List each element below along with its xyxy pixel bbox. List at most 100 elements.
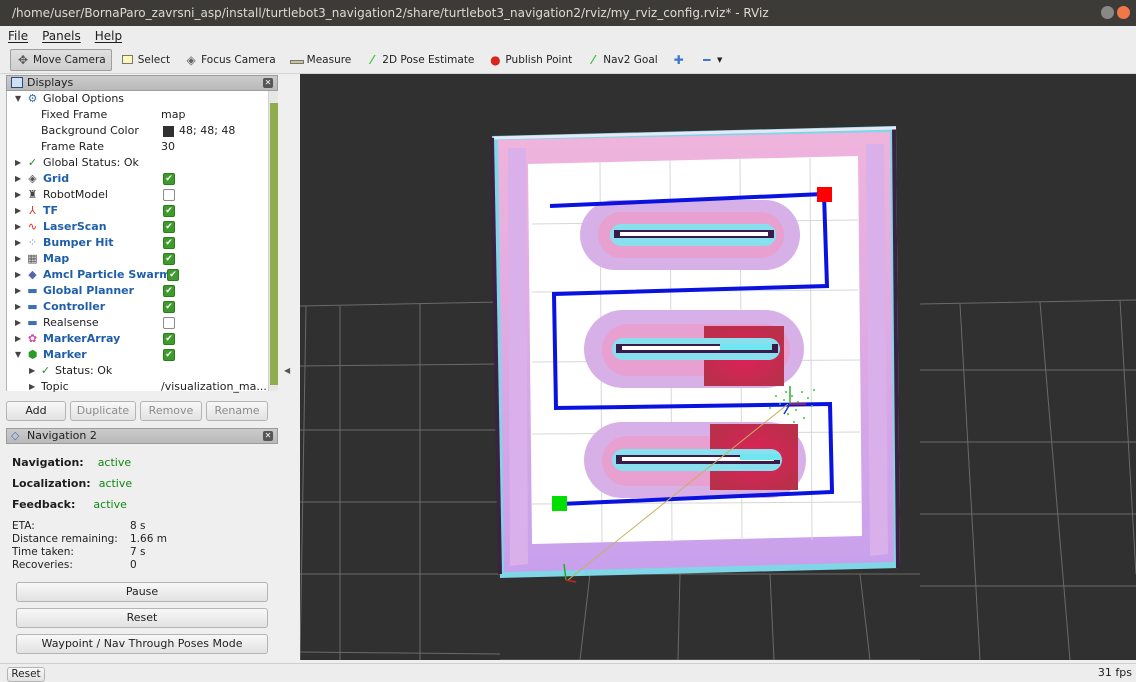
pause-button[interactable]: Pause (16, 582, 268, 602)
expand-down-icon[interactable]: ▼ (15, 347, 25, 363)
close-button[interactable] (1117, 6, 1130, 19)
display-item-global-planner[interactable]: ▶ ▬ Global Planner ✔ (7, 283, 269, 299)
enable-checkbox[interactable] (163, 189, 175, 201)
enable-checkbox[interactable]: ✔ (163, 205, 175, 217)
background-color-value[interactable]: 48; 48; 48 (179, 123, 235, 139)
expand-right-icon[interactable]: ▶ (15, 219, 25, 235)
display-label: Global Planner (43, 284, 135, 297)
tree-row-fixed-frame[interactable]: Fixed Frame map (7, 107, 269, 123)
enable-checkbox[interactable] (163, 317, 175, 329)
displays-scrollbar[interactable] (268, 91, 278, 391)
enable-checkbox[interactable]: ✔ (163, 349, 175, 361)
expand-right-icon[interactable]: ▶ (15, 203, 25, 219)
status-reset-button[interactable]: Reset (7, 667, 45, 682)
scrollbar-thumb[interactable] (270, 103, 278, 385)
recoveries-row: Recoveries: 0 (12, 559, 137, 571)
expand-right-icon[interactable]: ▶ (15, 235, 25, 251)
expand-right-icon[interactable]: ▶ (15, 315, 25, 331)
enable-checkbox[interactable]: ✔ (163, 173, 175, 185)
remove-tool-dropdown[interactable]: ━ ▼ (695, 49, 728, 71)
display-label: Controller (43, 300, 106, 313)
display-item-tf[interactable]: ▶ ⅄ TF ✔ (7, 203, 269, 219)
display-item-controller[interactable]: ▶ ▬ Controller ✔ (7, 299, 269, 315)
navigation-diamond-icon: ◇ (11, 429, 20, 442)
expand-right-icon[interactable]: ▶ (15, 187, 25, 203)
reset-button[interactable]: Reset (16, 608, 268, 628)
add-button[interactable]: Add (6, 401, 66, 421)
waypoint-mode-button[interactable]: Waypoint / Nav Through Poses Mode (16, 634, 268, 654)
enable-checkbox[interactable]: ✔ (167, 269, 179, 281)
expand-right-icon[interactable]: ▶ (15, 155, 25, 171)
expand-right-icon[interactable]: ▶ (15, 283, 25, 299)
move-camera-tool[interactable]: ✥ Move Camera (10, 48, 112, 71)
navigation-panel-body: Navigation: active Localization: active Fe… (6, 444, 278, 658)
fixed-frame-value[interactable]: map (161, 107, 185, 123)
select-label: Select (137, 53, 171, 66)
tree-row-global-status[interactable]: ▶ ✓ Global Status: Ok (7, 155, 269, 171)
folder-icon: ▬ (27, 316, 38, 329)
select-tool[interactable]: Select (116, 49, 175, 71)
close-icon[interactable]: ✕ (263, 431, 273, 441)
enable-checkbox[interactable]: ✔ (163, 221, 175, 233)
enable-checkbox[interactable]: ✔ (163, 301, 175, 313)
tree-row-marker-status[interactable]: ▶ ✓ Status: Ok (7, 363, 269, 379)
expand-right-icon[interactable]: ▶ (15, 171, 25, 187)
display-item-amcl-particle-swarm[interactable]: ▶ ◆ Amcl Particle Swarm ✔ (7, 267, 269, 283)
display-item-bumper-hit[interactable]: ▶ ⁘ Bumper Hit ✔ (7, 235, 269, 251)
expand-right-icon[interactable]: ▶ (15, 267, 25, 283)
menu-file[interactable]: File (8, 26, 28, 46)
expand-right-icon[interactable]: ▶ (15, 299, 25, 315)
display-item-map[interactable]: ▶ ▦ Map ✔ (7, 251, 269, 267)
topic-value[interactable]: /visualization_ma... (161, 379, 267, 395)
add-tool-button[interactable]: ✚ (667, 49, 691, 71)
panel-splitter-handle[interactable]: ◀ (284, 366, 290, 375)
display-label: Bumper Hit (43, 236, 114, 249)
scene-svg (300, 126, 1136, 660)
map-icon: ▦ (27, 252, 38, 265)
pose-estimate-tool[interactable]: ⁄ 2D Pose Estimate (360, 49, 479, 71)
expand-down-icon[interactable]: ▼ (15, 91, 25, 107)
enable-checkbox[interactable]: ✔ (163, 285, 175, 297)
time-taken-value: 7 s (130, 546, 146, 558)
frame-rate-value[interactable]: 30 (161, 139, 175, 155)
expand-right-icon[interactable]: ▶ (29, 363, 39, 379)
publish-point-tool[interactable]: ● Publish Point (483, 49, 577, 71)
display-item-laserscan[interactable]: ▶ ∿ LaserScan ✔ (7, 219, 269, 235)
tree-row-global-options[interactable]: ▼ ⚙ Global Options (7, 91, 269, 107)
nav2-goal-tool[interactable]: ⁄ Nav2 Goal (581, 49, 662, 71)
status-bar: Reset 31 fps (0, 663, 1136, 682)
window-controls (1101, 6, 1130, 19)
focus-camera-tool[interactable]: ◈ Focus Camera (179, 49, 281, 71)
display-item-marker[interactable]: ▼ ⬢ Marker ✔ (7, 347, 269, 363)
expand-right-icon[interactable]: ▶ (15, 331, 25, 347)
display-item-realsense[interactable]: ▶ ▬ Realsense (7, 315, 269, 331)
display-item-markerarray[interactable]: ▶ ✿ MarkerArray ✔ (7, 331, 269, 347)
remove-button[interactable]: Remove (140, 401, 202, 421)
display-item-grid[interactable]: ▶ ◈ Grid ✔ (7, 171, 269, 187)
expand-right-icon[interactable]: ▶ (29, 379, 39, 395)
pointcloud-icon: ⁘ (27, 236, 38, 249)
measure-label: Measure (306, 53, 352, 66)
start-marker-green (552, 496, 567, 511)
menu-help[interactable]: Help (95, 26, 122, 46)
minimize-button[interactable] (1101, 6, 1114, 19)
localization-status: Localization: active (12, 477, 132, 490)
menu-panels[interactable]: Panels (42, 26, 81, 46)
tree-row-background-color[interactable]: Background Color 48; 48; 48 (7, 123, 269, 139)
tree-row-marker-topic[interactable]: ▶ Topic /visualization_ma... (7, 379, 269, 395)
enable-checkbox[interactable]: ✔ (163, 253, 175, 265)
expand-right-icon[interactable]: ▶ (15, 251, 25, 267)
window-title: /home/user/BornaParo_zavrsni_asp/install… (12, 6, 769, 20)
render-viewport[interactable] (300, 74, 1136, 660)
tree-row-frame-rate[interactable]: Frame Rate 30 (7, 139, 269, 155)
display-item-robotmodel[interactable]: ▶ ♜ RobotModel (7, 187, 269, 203)
enable-checkbox[interactable]: ✔ (163, 333, 175, 345)
rename-button[interactable]: Rename (206, 401, 268, 421)
close-icon[interactable]: ✕ (263, 78, 273, 88)
chevron-down-icon: ▼ (716, 55, 723, 64)
navigation-label: Navigation: (12, 456, 84, 469)
enable-checkbox[interactable]: ✔ (163, 237, 175, 249)
measure-tool[interactable]: Measure (285, 49, 357, 71)
pose-estimate-arrow-icon: ⁄ (371, 52, 374, 67)
duplicate-button[interactable]: Duplicate (70, 401, 136, 421)
